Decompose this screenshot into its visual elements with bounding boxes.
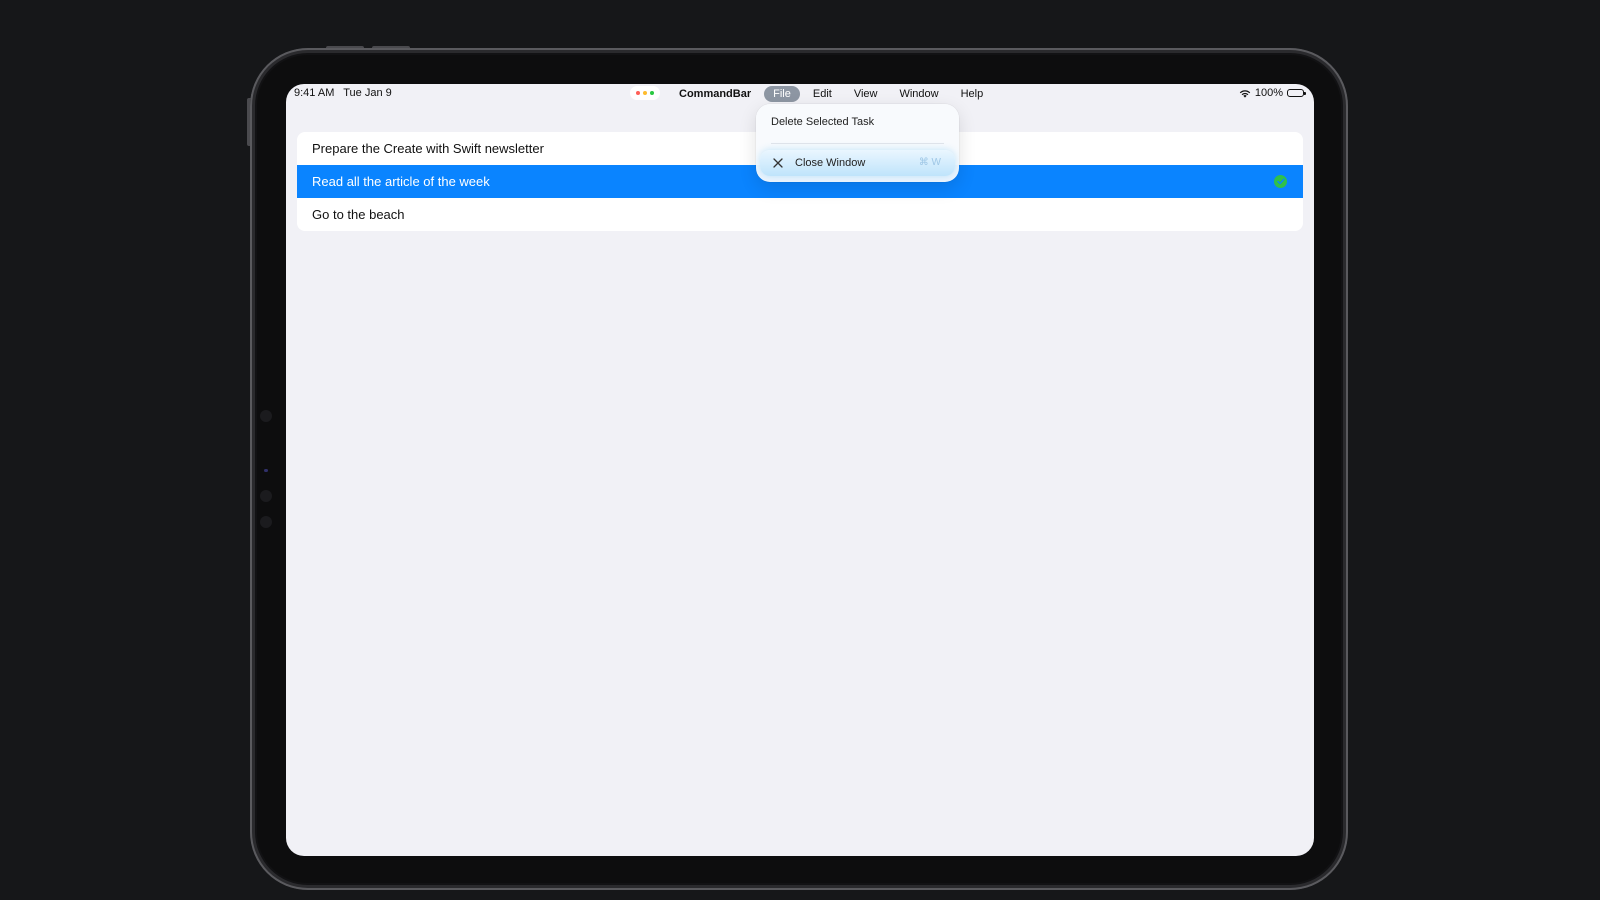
battery-icon [1287, 89, 1306, 97]
menu-separator [771, 143, 944, 144]
wifi-icon [1239, 89, 1251, 98]
camera-icon [264, 469, 268, 472]
task-title: Prepare the Create with Swift newsletter [312, 141, 544, 156]
task-title: Go to the beach [312, 207, 405, 222]
multitask-dot-icon [650, 91, 654, 95]
close-window-menu-item[interactable]: Close Window ⌘ W [760, 150, 955, 176]
keyboard-shortcut: ⌘ W [918, 157, 941, 168]
multitasking-button[interactable] [630, 86, 660, 100]
status-right: 100% [1239, 87, 1306, 99]
multitask-dot-icon [636, 91, 640, 95]
close-icon [771, 156, 785, 170]
status-time: 9:41 AM [294, 87, 335, 99]
screen: 9:41 AM Tue Jan 9 CommandBar File Edit V… [286, 84, 1314, 856]
sensor-dot [260, 410, 272, 422]
multitask-dot-icon [643, 91, 647, 95]
menu-file[interactable]: File [764, 86, 800, 102]
sensor-dot [260, 516, 272, 528]
task-title: Read all the article of the week [312, 174, 490, 189]
menu-bar: CommandBar File Edit View Window Help [670, 84, 992, 104]
menu-app-name[interactable]: CommandBar [670, 86, 760, 102]
close-window-label: Close Window [795, 157, 866, 169]
sensor-dot [260, 490, 272, 502]
task-row[interactable]: Go to the beach [297, 198, 1303, 231]
stage: 9:41 AM Tue Jan 9 CommandBar File Edit V… [0, 0, 1600, 900]
delete-selected-task-menu-item[interactable]: Delete Selected Task [756, 116, 959, 128]
menu-edit[interactable]: Edit [804, 86, 841, 102]
status-bar: 9:41 AM Tue Jan 9 CommandBar File Edit V… [286, 84, 1314, 104]
battery-percent: 100% [1254, 87, 1283, 99]
menu-view[interactable]: View [845, 86, 887, 102]
check-icon [1274, 175, 1287, 188]
status-date: Tue Jan 9 [343, 87, 392, 99]
menu-help[interactable]: Help [952, 86, 993, 102]
file-menu-dropdown: Delete Selected Task Close Window ⌘ W [756, 104, 959, 182]
menu-window[interactable]: Window [890, 86, 947, 102]
status-time-date: 9:41 AM Tue Jan 9 [294, 87, 398, 99]
